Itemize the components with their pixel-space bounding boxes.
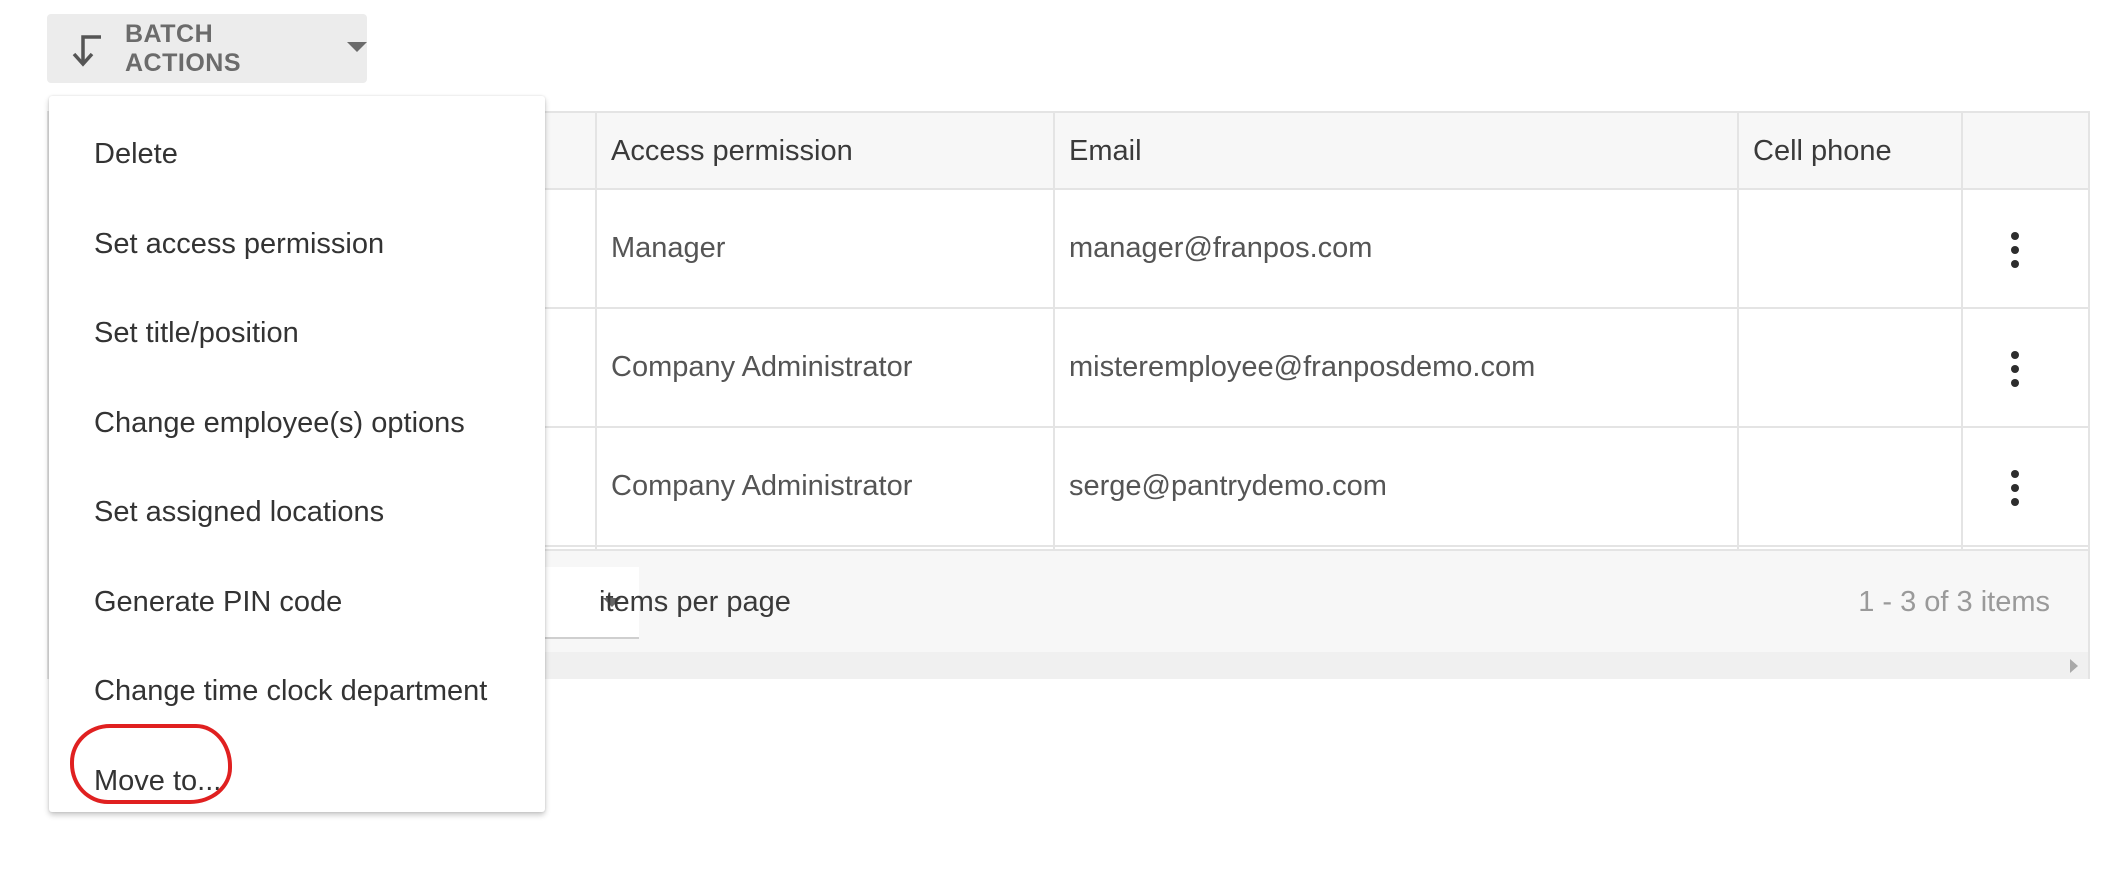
column-header-cell-phone[interactable]: Cell phone bbox=[1739, 113, 1892, 190]
email-cell: serge@pantrydemo.com bbox=[1069, 470, 1387, 502]
more-vert-icon[interactable] bbox=[1990, 339, 2040, 399]
cell-phone-cell bbox=[1739, 428, 1753, 545]
down-left-arrow-icon bbox=[69, 29, 107, 69]
menu-item-change-employee-options[interactable]: Change employee(s) options bbox=[49, 379, 545, 469]
email-cell: manager@franpos.com bbox=[1069, 232, 1373, 264]
menu-item-set-title-position[interactable]: Set title/position bbox=[49, 289, 545, 379]
chevron-down-icon bbox=[347, 41, 367, 52]
cell-phone-cell bbox=[1739, 309, 1753, 426]
menu-item-move-to[interactable]: Move to... bbox=[49, 737, 545, 827]
batch-actions-label: BATCH ACTIONS bbox=[125, 19, 241, 77]
menu-item-generate-pin-code[interactable]: Generate PIN code bbox=[49, 558, 545, 648]
menu-item-set-access-permission[interactable]: Set access permission bbox=[49, 200, 545, 290]
more-vert-icon[interactable] bbox=[1990, 458, 2040, 518]
page: BATCH ACTIONS Access permission Email Ce… bbox=[0, 0, 2125, 878]
menu-item-delete[interactable]: Delete bbox=[49, 110, 545, 200]
pager-info: 1 - 3 of 3 items bbox=[1858, 586, 2050, 618]
access-permission-cell: Company Administrator bbox=[611, 470, 913, 502]
column-header-access-permission[interactable]: Access permission bbox=[597, 113, 853, 190]
access-permission-cell: Company Administrator bbox=[611, 351, 913, 383]
scroll-right-icon[interactable] bbox=[2070, 659, 2078, 673]
batch-actions-button[interactable]: BATCH ACTIONS bbox=[47, 14, 367, 83]
cell-phone-cell bbox=[1739, 190, 1753, 307]
menu-item-change-time-clock-department[interactable]: Change time clock department bbox=[49, 647, 545, 737]
column-header-email[interactable]: Email bbox=[1055, 113, 1142, 190]
menu-item-set-assigned-locations[interactable]: Set assigned locations bbox=[49, 468, 545, 558]
access-permission-cell: Manager bbox=[611, 232, 726, 264]
more-vert-icon[interactable] bbox=[1990, 220, 2040, 280]
batch-actions-menu: Delete Set access permission Set title/p… bbox=[49, 96, 545, 812]
email-cell: misteremployee@franposdemo.com bbox=[1069, 351, 1536, 383]
items-per-page-label: items per page bbox=[599, 586, 791, 618]
